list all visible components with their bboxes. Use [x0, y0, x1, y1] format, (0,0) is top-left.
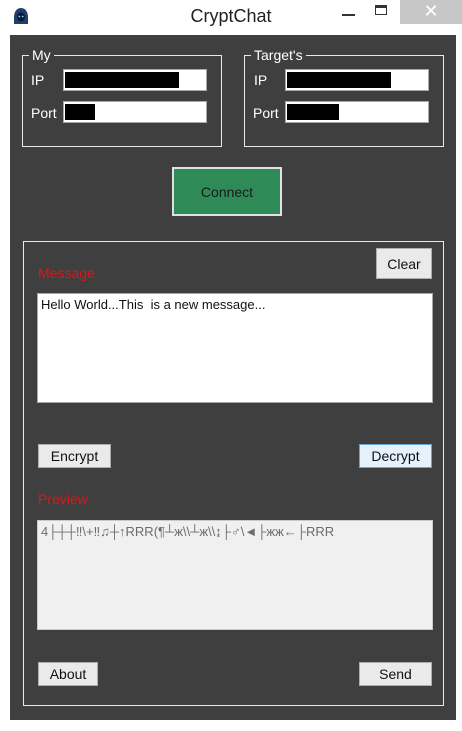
- clear-button[interactable]: Clear: [376, 248, 432, 279]
- my-port-input[interactable]: [63, 101, 207, 123]
- target-ip-redaction: [287, 72, 391, 88]
- my-ip-label: IP: [31, 72, 45, 88]
- target-ip-input[interactable]: [285, 69, 429, 91]
- decrypt-button[interactable]: Decrypt: [359, 444, 432, 468]
- close-button[interactable]: ✕: [400, 0, 462, 24]
- my-ip-redaction: [65, 72, 179, 88]
- message-textarea[interactable]: Hello World...This is a new message...: [37, 293, 433, 403]
- close-icon: ✕: [423, 1, 439, 21]
- my-ip-input[interactable]: [63, 69, 207, 91]
- connect-button[interactable]: Connect: [172, 167, 282, 216]
- preview-textarea: 4├┼┼‼\+‼♫┼↑RRR(¶┴ж\\┴ж\\↨├♂\◄├жж←├RRR: [37, 520, 433, 630]
- target-ip-label: IP: [254, 72, 268, 88]
- my-group-legend: My: [29, 47, 54, 63]
- title-bar: CryptChat ✕: [0, 0, 462, 33]
- about-button[interactable]: About: [38, 662, 98, 686]
- minimize-button[interactable]: [337, 0, 361, 24]
- encrypt-button[interactable]: Encrypt: [38, 444, 111, 468]
- target-group: Target's IP Port: [244, 47, 444, 147]
- my-port-label: Port: [31, 105, 57, 121]
- main-panel: My IP Port Target's IP Port Connect Mess…: [10, 35, 456, 720]
- maximize-button[interactable]: [368, 0, 396, 24]
- target-port-label: Port: [253, 105, 279, 121]
- my-group: My IP Port: [22, 47, 222, 147]
- preview-label: Preview: [38, 491, 88, 507]
- my-port-redaction: [65, 104, 95, 120]
- minimize-icon: [342, 14, 355, 16]
- target-port-input[interactable]: [285, 101, 429, 123]
- send-button[interactable]: Send: [359, 662, 432, 686]
- maximize-icon: [375, 5, 387, 15]
- message-label: Message: [38, 265, 95, 281]
- target-port-redaction: [287, 104, 339, 120]
- target-group-legend: Target's: [251, 47, 306, 63]
